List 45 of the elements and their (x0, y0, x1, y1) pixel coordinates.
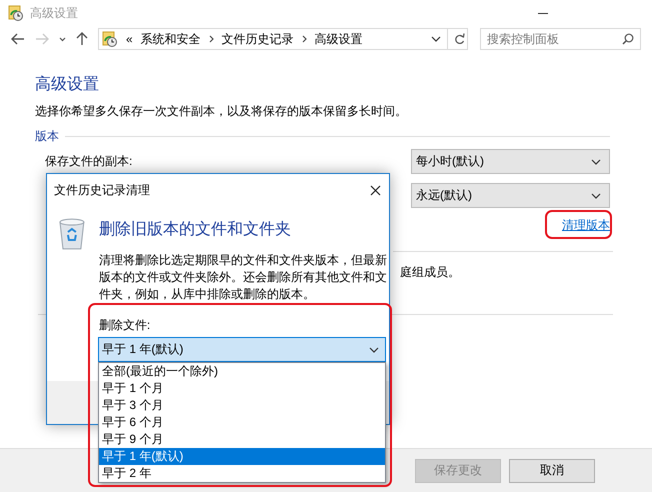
dropdown-option[interactable]: 早于 3 个月 (99, 397, 385, 414)
refresh-icon[interactable] (454, 33, 465, 45)
dropdown-option[interactable]: 全部(最近的一个除外) (99, 363, 385, 380)
dropdown-option[interactable]: 早于 6 个月 (99, 414, 385, 431)
breadcrumb[interactable]: 系统和安全 (140, 30, 201, 48)
dropdown[interactable]: 永远(默认) (411, 183, 610, 208)
window-title: 高级设置 (30, 4, 78, 22)
dropdown[interactable]: 每小时(默认) (411, 149, 610, 174)
address-bar[interactable]: « 系统和安全 文件历史记录 高级设置 (98, 28, 468, 50)
dropdown-option[interactable]: 早于 1 个月 (99, 380, 385, 397)
setting-label: 保存文件的副本: (45, 153, 132, 170)
back-icon[interactable] (11, 33, 25, 45)
page-description: 选择你希望多久保存一次文件副本，以及将保存的版本保留多长时间。 (35, 103, 408, 120)
field-label: 删除文件: (98, 317, 152, 334)
dialog-description: 清理将删除比选定期限早的文件和文件夹版本，但最新版本的文件或文件夹除外。还会删除所有其他文件和文件夹，例如，从库中排除或删除的版本。 (98, 252, 388, 303)
minimize-button[interactable] (538, 12, 548, 14)
up-icon[interactable] (76, 32, 88, 46)
dropdown-option[interactable]: 早于 2 年 (99, 465, 385, 482)
dropdown-icon[interactable] (58, 36, 66, 42)
folder-clock-icon (102, 31, 118, 47)
dropdown-icon (431, 36, 441, 42)
breadcrumb-prefix[interactable]: « (126, 32, 133, 46)
page-heading: 高级设置 (35, 74, 100, 95)
close-icon[interactable] (370, 184, 381, 196)
section-text: 庭组成员。 (400, 264, 461, 281)
search-field[interactable]: 搜索控制面板 (480, 28, 641, 50)
chevron-down-icon (591, 158, 601, 164)
chevron-icon (208, 35, 214, 43)
dialog-heading: 删除旧版本的文件和文件夹 (98, 220, 292, 240)
chevron-icon (302, 35, 307, 43)
highlight-frame (545, 210, 612, 239)
folder-clock-icon (8, 5, 24, 21)
dropdown-option[interactable]: 早于 9 个月 (99, 431, 385, 448)
chevron-down-icon (591, 192, 601, 198)
recycle-bin-icon (57, 216, 87, 250)
search-icon (622, 33, 634, 45)
group-label: 版本 (35, 128, 59, 145)
dialog-title: 文件历史记录清理 (54, 182, 150, 198)
breadcrumb[interactable]: 高级设置 (314, 30, 363, 48)
dropdown[interactable]: 早于 1 年(默认) (98, 337, 386, 362)
cleanup-link[interactable]: 清理版本 (562, 217, 610, 234)
cancel-button[interactable]: 取消 (509, 458, 595, 482)
chevron-down-icon (369, 346, 379, 352)
dropdown-option[interactable]: 早于 1 年(默认) (99, 448, 385, 465)
breadcrumb[interactable]: 文件历史记录 (222, 30, 294, 48)
